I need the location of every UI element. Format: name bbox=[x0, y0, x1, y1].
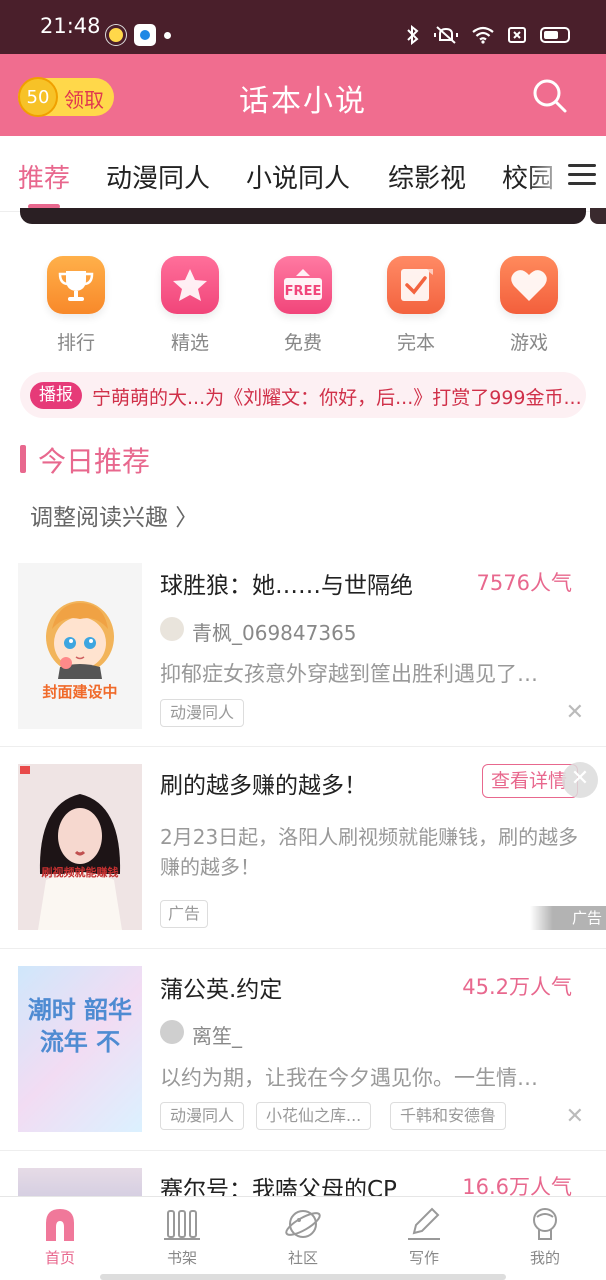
category-tabs: 推荐 动漫同人 小说同人 综影视 校园 bbox=[0, 136, 606, 212]
book-description: 以约为期，让我在今夕遇见你。一生情… bbox=[160, 1066, 538, 1090]
ad-person-image bbox=[18, 764, 142, 930]
nav-label: 书架 bbox=[166, 1249, 197, 1267]
quick-entry-ranking[interactable]: 排行 bbox=[31, 256, 121, 355]
cover-placeholder-text: 封面建设中 bbox=[42, 683, 118, 701]
broadcast-text: 宁萌萌的大...为《刘耀文：你好，后...》打赏了999金币... bbox=[92, 387, 582, 409]
tab-recommend[interactable]: 推荐 bbox=[18, 158, 70, 195]
community-planet-icon bbox=[285, 1210, 321, 1238]
book-author[interactable]: 离笙_ bbox=[192, 1020, 242, 1049]
divider bbox=[0, 948, 606, 949]
system-icons bbox=[406, 25, 570, 45]
ad-tag: 广告 bbox=[160, 900, 208, 928]
tab-anime-fanfic[interactable]: 动漫同人 bbox=[106, 158, 210, 195]
profile-icon bbox=[533, 1208, 557, 1240]
bookshelf-icon bbox=[164, 1210, 200, 1240]
quick-entry-free[interactable]: FREE 免费 bbox=[258, 256, 348, 355]
nav-label: 社区 bbox=[287, 1249, 318, 1267]
nav-write[interactable]: 写作 bbox=[384, 1205, 464, 1268]
mute-vibrate-icon bbox=[434, 26, 458, 44]
check-icon bbox=[387, 256, 445, 314]
svg-text:FREE: FREE bbox=[285, 284, 322, 299]
quick-entry-label: 游戏 bbox=[509, 332, 548, 354]
book-tag[interactable]: 千韩和安德鲁 bbox=[390, 1102, 507, 1130]
status-bar: 21:48 bbox=[0, 0, 606, 54]
ad-close-icon[interactable]: ✕ bbox=[562, 762, 598, 798]
book-tag[interactable]: 动漫同人 bbox=[160, 699, 245, 727]
broadcast-marquee[interactable]: 播报 宁萌萌的大...为《刘耀文：你好，后...》打赏了999金币... bbox=[20, 372, 586, 418]
lightbulb-icon bbox=[106, 25, 126, 45]
nav-profile[interactable]: 我的 bbox=[505, 1205, 585, 1268]
broadcast-badge: 播报 bbox=[30, 382, 82, 409]
cover-title-art: 潮时 韶华 流年 不 bbox=[27, 996, 133, 1056]
tab-novel-fanfic[interactable]: 小说同人 bbox=[246, 158, 350, 195]
author-avatar bbox=[160, 1020, 184, 1044]
status-time: 21:48 bbox=[40, 14, 101, 38]
dismiss-icon[interactable]: ✕ bbox=[566, 700, 584, 725]
bottom-navigation: 首页 书架 社区 写作 我的 bbox=[0, 1196, 606, 1280]
bluetooth-icon bbox=[407, 25, 419, 45]
quick-entry-label: 精选 bbox=[170, 332, 209, 354]
book-title[interactable]: 球胜狼：她……与世隔绝 bbox=[160, 566, 413, 600]
ad-watermark: 广告 bbox=[530, 906, 606, 930]
book-cover: 封面建设中 bbox=[18, 563, 142, 729]
book-cover: 潮时 韶华 流年 不 bbox=[18, 966, 142, 1132]
notification-icons bbox=[106, 24, 171, 46]
heart-icon bbox=[500, 256, 558, 314]
nav-label: 我的 bbox=[529, 1249, 560, 1267]
nav-community[interactable]: 社区 bbox=[263, 1205, 343, 1268]
book-description: 抑郁症女孩意外穿越到筐出胜利遇见了… bbox=[160, 662, 538, 686]
book-tag[interactable]: 小花仙之库... bbox=[256, 1102, 372, 1130]
tab-menu-button[interactable] bbox=[568, 164, 596, 186]
nav-bookshelf[interactable]: 书架 bbox=[142, 1205, 222, 1268]
ad-title[interactable]: 刷的越多赚的越多！ bbox=[160, 766, 367, 800]
book-author[interactable]: 青枫_069847365 bbox=[192, 617, 357, 646]
gesture-home-bar[interactable] bbox=[100, 1274, 506, 1280]
nav-label: 写作 bbox=[408, 1249, 439, 1267]
quick-entry-completed[interactable]: 完本 bbox=[371, 256, 461, 355]
trophy-icon bbox=[47, 256, 105, 314]
book-popularity: 45.2万人气 bbox=[462, 975, 572, 999]
quick-entry-row: 排行 精选 FREE 免费 完本 游戏 bbox=[0, 256, 606, 356]
adjust-interest-link[interactable]: 调整阅读兴趣 〉 bbox=[30, 498, 198, 532]
author-avatar bbox=[160, 617, 184, 641]
battery-icon bbox=[540, 27, 570, 43]
search-button[interactable] bbox=[530, 76, 570, 116]
ad-image: 刷视频就能赚钱 bbox=[18, 764, 142, 930]
placeholder-mascot-image bbox=[46, 601, 114, 679]
book-cover bbox=[18, 1168, 142, 1196]
search-icon bbox=[533, 79, 567, 113]
ad-image-caption: 刷视频就能赚钱 bbox=[41, 866, 119, 879]
banner-next bbox=[590, 208, 606, 224]
nav-home[interactable]: 首页 bbox=[20, 1205, 100, 1268]
wifi-icon bbox=[472, 26, 494, 44]
book-title[interactable]: 蒲公英.约定 bbox=[160, 970, 282, 1004]
nav-label: 首页 bbox=[44, 1249, 75, 1267]
book-popularity: 7576人气 bbox=[476, 571, 572, 595]
quick-entry-label: 完本 bbox=[396, 332, 435, 354]
ad-description: 2月23日起，洛阳人刷视频就能赚钱，刷的越多赚的越多！ bbox=[160, 825, 579, 879]
section-accent-bar bbox=[20, 445, 26, 473]
banner-carousel[interactable] bbox=[20, 208, 586, 224]
dismiss-icon[interactable]: ✕ bbox=[566, 1104, 584, 1129]
quick-entry-featured[interactable]: 精选 bbox=[145, 256, 235, 355]
quick-entry-label: 免费 bbox=[283, 332, 322, 354]
pen-icon bbox=[408, 1207, 440, 1240]
quick-entry-label: 排行 bbox=[56, 332, 95, 354]
quick-entry-games[interactable]: 游戏 bbox=[484, 256, 574, 355]
divider bbox=[0, 746, 606, 747]
divider bbox=[0, 1150, 606, 1151]
screen-record-icon bbox=[508, 27, 526, 43]
home-icon bbox=[46, 1209, 74, 1241]
free-icon: FREE bbox=[274, 256, 332, 314]
app-title: 话本小说 bbox=[239, 84, 367, 119]
section-title: 今日推荐 bbox=[38, 445, 151, 478]
app-notification-icon bbox=[134, 24, 156, 46]
app-header: 50 领取 话本小说 bbox=[0, 54, 606, 136]
star-icon bbox=[161, 256, 219, 314]
more-notifications-icon bbox=[164, 31, 171, 39]
tab-film-tv[interactable]: 综影视 bbox=[388, 158, 466, 195]
book-tag[interactable]: 动漫同人 bbox=[160, 1102, 245, 1130]
